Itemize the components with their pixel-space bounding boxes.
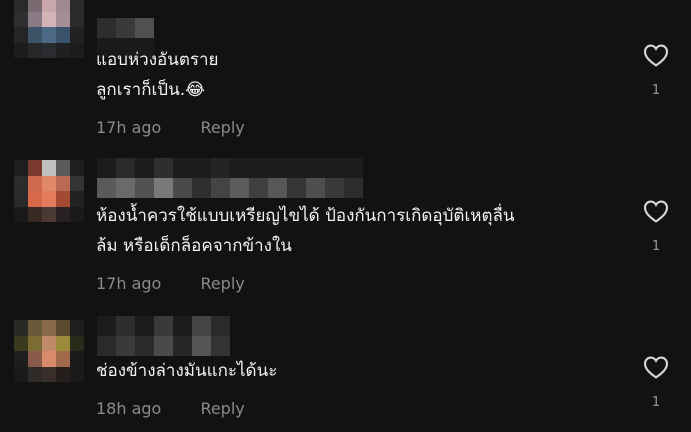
like-count: 1 <box>651 83 661 98</box>
comment-text: แอบห่วงอันตราย ลูกเราก็เป็น.😂 <box>96 50 219 100</box>
like-button[interactable]: 1 <box>641 44 671 98</box>
comment-text: ห้องน้ำควรใช้แบบเหรียญไขได้ ป้องกันการเก… <box>96 206 515 256</box>
like-button[interactable]: 1 <box>641 200 671 254</box>
comment-time: 17h ago <box>96 118 162 137</box>
reply-button[interactable]: Reply <box>200 399 244 418</box>
heart-outline-icon <box>643 200 669 223</box>
comment-time: 17h ago <box>96 274 162 293</box>
comment-time: 18h ago <box>96 399 162 418</box>
heart-outline-icon <box>643 44 669 67</box>
comment-meta: 17h ago Reply <box>96 118 245 137</box>
comment-meta: 18h ago Reply <box>96 399 245 418</box>
comment-meta: 17h ago Reply <box>96 274 245 293</box>
avatar[interactable] <box>14 320 84 382</box>
reply-button[interactable]: Reply <box>200 274 244 293</box>
avatar[interactable] <box>14 160 84 222</box>
comment-text: ช่องข้างล่างมันแกะได้นะ <box>96 361 278 381</box>
avatar[interactable] <box>14 0 84 58</box>
reply-button[interactable]: Reply <box>200 118 244 137</box>
like-count: 1 <box>651 239 661 254</box>
username-blurred[interactable] <box>97 158 363 198</box>
like-button[interactable]: 1 <box>641 356 671 410</box>
username-blurred[interactable] <box>97 316 230 356</box>
like-count: 1 <box>651 395 661 410</box>
heart-outline-icon <box>643 356 669 379</box>
